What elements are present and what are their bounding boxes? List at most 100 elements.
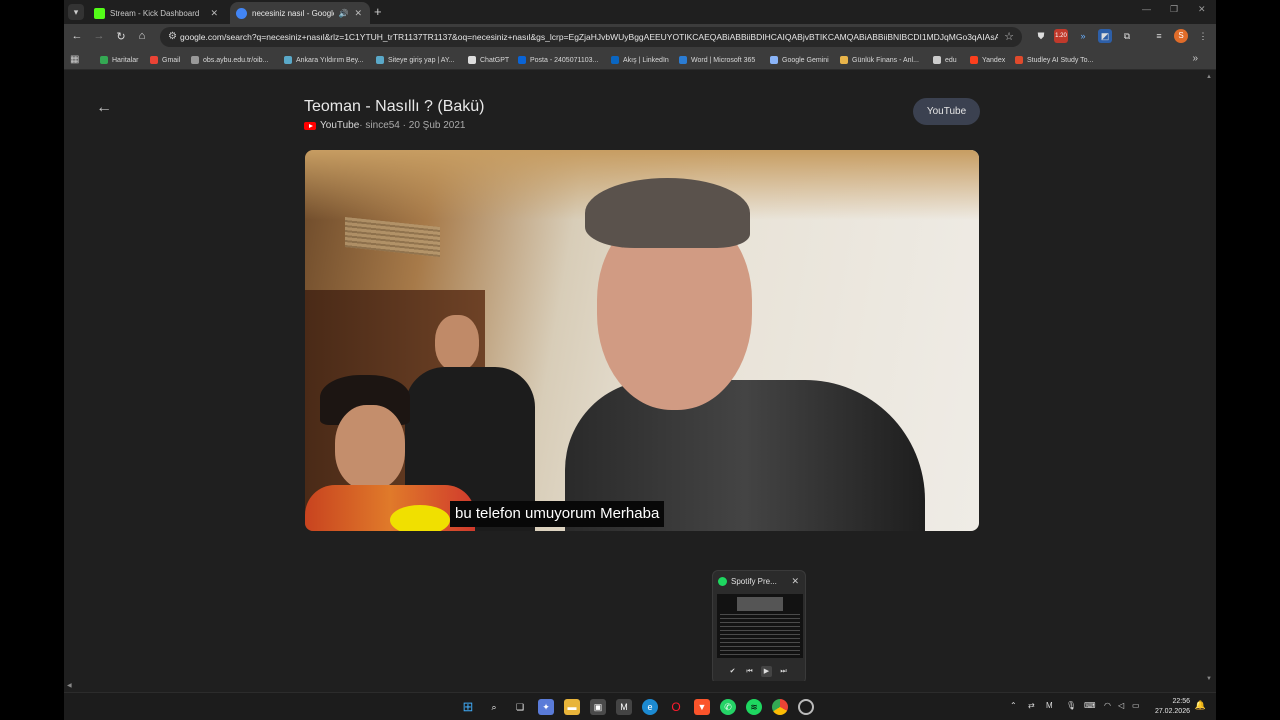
url-text[interactable]: google.com/search?q=necesiniz+nasıl&rlz=… — [180, 32, 998, 42]
tray-chevron-icon[interactable]: ⌃ — [1010, 701, 1017, 710]
keyboard-icon[interactable]: ⌨ — [1084, 701, 1096, 710]
preview-thumbnail[interactable] — [717, 594, 803, 658]
translate-extension-icon[interactable]: » — [1076, 29, 1090, 43]
next-track-icon[interactable]: ⏭ — [778, 666, 789, 677]
battery-icon[interactable]: ▭ — [1132, 701, 1140, 710]
chatgpt-icon — [468, 56, 476, 64]
forward-icon[interactable]: → — [92, 30, 106, 42]
bookmark-item[interactable]: Gmail — [150, 54, 180, 66]
notification-bell-icon[interactable]: 🔔 — [1195, 700, 1206, 711]
video-title[interactable]: Teoman - Nasıllı ? (Bakü) — [304, 98, 485, 116]
bookmark-item[interactable]: ChatGPT — [468, 54, 509, 66]
google-favicon-icon — [236, 7, 247, 19]
gemini-icon — [770, 56, 778, 64]
horizontal-scrollbar[interactable]: ◀ — [64, 681, 1216, 692]
tab-search-button[interactable]: ▾ — [68, 4, 84, 20]
previous-track-icon[interactable]: ⏮ — [744, 666, 755, 677]
studley-icon — [1015, 56, 1023, 64]
reload-icon[interactable]: ↻ — [114, 30, 128, 43]
edge-icon[interactable]: e — [642, 699, 658, 715]
extension-badge[interactable]: 1.20 — [1054, 29, 1068, 43]
spotify-taskbar-preview[interactable]: Spotify Pre... ✕ ✔ ⏮ ▶ ⏭ — [712, 570, 806, 684]
vertical-scrollbar[interactable]: ▲ ▼ — [1202, 71, 1216, 687]
windows-start-icon[interactable]: ⊞ — [460, 699, 476, 715]
video-meta: YouTube · since54 · 20 Şub 2021 — [304, 120, 465, 131]
bookmark-item[interactable]: Posta - 2405071103... — [518, 54, 598, 66]
reading-list-icon[interactable]: ≡ — [1152, 29, 1166, 43]
search-icon[interactable]: ⌕ — [486, 699, 502, 715]
file-explorer-icon[interactable]: ▬ — [564, 699, 580, 715]
open-youtube-button[interactable]: YouTube — [913, 98, 980, 125]
wifi-icon[interactable]: ◠ — [1104, 701, 1111, 710]
menu-kebab-icon[interactable]: ⋮ — [1196, 29, 1210, 43]
more-bookmarks-icon[interactable]: » — [1192, 53, 1198, 64]
opera-icon[interactable]: O — [668, 699, 684, 715]
restore-icon[interactable]: ❐ — [1170, 4, 1178, 15]
bookmark-item[interactable]: Haritalar — [100, 54, 138, 66]
store-icon[interactable]: ▣ — [590, 699, 606, 715]
preview-close-icon[interactable]: ✕ — [791, 576, 799, 587]
app-icon[interactable]: M — [616, 699, 632, 715]
tab-google-search[interactable]: necesiniz nasıl - Google'da 🔊 ✕ — [230, 2, 370, 24]
bookmark-item[interactable]: Akış | LinkedIn — [611, 54, 669, 66]
audio-playing-icon[interactable]: 🔊 — [338, 9, 348, 18]
extensions-puzzle-icon[interactable]: ⧉ — [1120, 29, 1134, 43]
whatsapp-icon[interactable]: ✆ — [720, 699, 736, 715]
bookmark-item[interactable]: Studley AI Study To... — [1015, 54, 1093, 66]
close-window-icon[interactable]: ✕ — [1198, 4, 1206, 15]
tray-network-swap-icon[interactable]: ⇄ — [1028, 701, 1035, 710]
back-arrow-icon[interactable]: ← — [96, 99, 112, 117]
kick-favicon-icon — [94, 7, 105, 19]
tab-kick-dashboard[interactable]: Stream - Kick Dashboard ✕ — [88, 2, 226, 24]
chrome-profile-icon[interactable] — [798, 699, 814, 715]
play-icon[interactable]: ▶ — [761, 666, 772, 677]
brave-icon[interactable]: ▼ — [694, 699, 710, 715]
word-icon — [679, 56, 687, 64]
tray-app-icon[interactable]: M — [1046, 701, 1053, 710]
bookmarks-bar: ▦ Haritalar Gmail obs.aybu.edu.tr/oib...… — [64, 50, 1216, 70]
globe-icon — [191, 56, 199, 64]
new-tab-button[interactable]: + — [374, 4, 382, 19]
volume-icon[interactable]: ◁ — [1118, 701, 1124, 710]
university-icon — [284, 56, 292, 64]
shield-extension-icon[interactable]: ⛊ — [1034, 29, 1048, 43]
profile-avatar[interactable]: S — [1174, 29, 1188, 43]
clock-time: 22:56 — [1172, 698, 1190, 705]
clock-date: 27.02.2026 — [1154, 708, 1190, 715]
windows-taskbar: ⊞ ⌕ ❏ ✦ ▬ ▣ M e O ▼ ✆ ≋ ⌃ ⇄ M 🎙 ⌨ ◠ ◁ ▭ … — [64, 692, 1216, 720]
extension-icon[interactable]: ◩ — [1098, 29, 1112, 43]
bookmark-item[interactable]: Word | Microsoft 365 — [679, 54, 755, 66]
bookmark-item[interactable]: Günlük Finans - Anl... — [840, 54, 919, 66]
bookmark-item[interactable]: Yandex — [970, 54, 1005, 66]
spotify-taskbar-icon[interactable]: ≋ — [746, 699, 762, 715]
microphone-icon[interactable]: 🎙 — [1066, 701, 1076, 710]
home-icon[interactable]: ⌂ — [135, 30, 149, 42]
close-tab-icon[interactable]: ✕ — [210, 8, 218, 19]
bookmark-item[interactable]: edu — [933, 54, 957, 66]
bookmark-item[interactable]: obs.aybu.edu.tr/oib... — [191, 54, 268, 66]
scroll-left-icon[interactable]: ◀ — [67, 682, 72, 689]
yandex-icon — [970, 56, 978, 64]
bookmark-item[interactable]: Siteye giriş yap | AY... — [376, 54, 455, 66]
taskbar-clock[interactable]: 22:56 27.02.2026 — [1155, 697, 1190, 717]
chrome-icon[interactable] — [772, 699, 788, 715]
minimize-icon[interactable]: — — [1142, 4, 1151, 14]
outlook-icon — [518, 56, 526, 64]
bookmark-item[interactable]: Google Gemini — [770, 54, 829, 66]
like-icon[interactable]: ✔ — [727, 666, 738, 677]
address-bar[interactable]: ⚙ google.com/search?q=necesiniz+nasıl&rl… — [160, 27, 1022, 47]
copilot-icon[interactable]: ✦ — [538, 699, 554, 715]
site-info-icon[interactable]: ⚙ — [168, 31, 177, 42]
linkedin-icon — [611, 56, 619, 64]
back-icon[interactable]: ← — [70, 30, 84, 42]
video-caption: bu telefon umuyorum Merhaba — [450, 501, 665, 527]
video-player[interactable]: bu telefon umuyorum Merhaba — [305, 150, 979, 531]
screen-border-left — [0, 0, 64, 720]
spotify-icon — [718, 577, 727, 586]
scroll-up-icon[interactable]: ▲ — [1206, 74, 1212, 80]
bookmark-item[interactable]: Ankara Yıldırım Bey... — [284, 54, 363, 66]
close-tab-icon[interactable]: ✕ — [354, 8, 362, 19]
task-view-icon[interactable]: ❏ — [512, 699, 528, 715]
apps-grid-icon[interactable]: ▦ — [70, 54, 79, 65]
bookmark-star-icon[interactable]: ☆ — [1004, 30, 1014, 43]
